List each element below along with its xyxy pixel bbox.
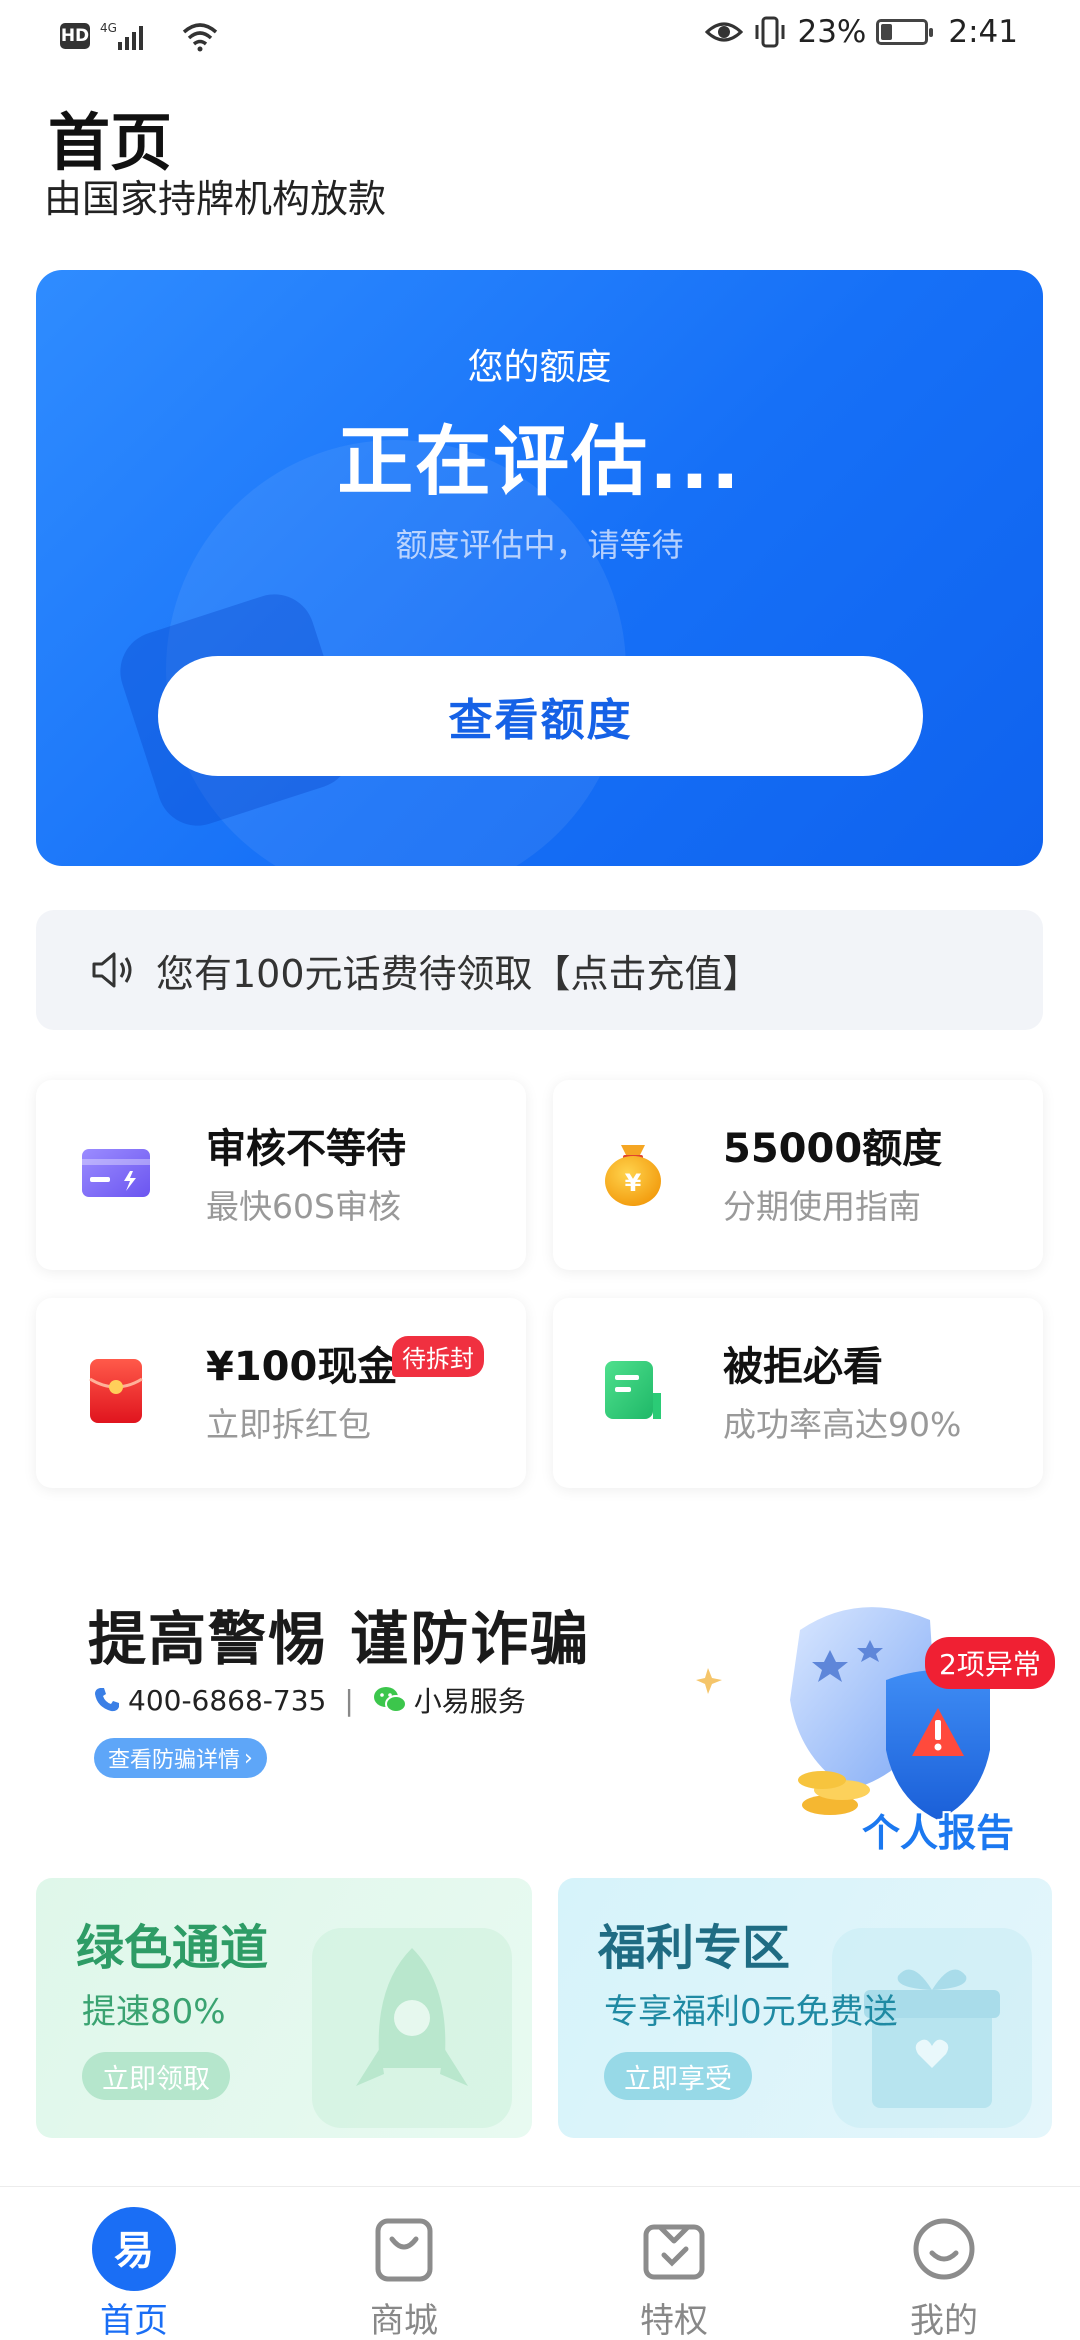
promo-title: 福利专区 [598, 1920, 791, 1976]
chevron-right-icon: › [244, 1745, 253, 1771]
smile-face-icon [913, 2218, 975, 2280]
nav-label: 首页 [100, 2301, 168, 2340]
abnormal-count-badge: 2项异常 [925, 1637, 1055, 1689]
feature-card-review[interactable]: 审核不等待 最快60S审核 [36, 1080, 526, 1270]
service-name[interactable]: 小易服务 [414, 1680, 526, 1720]
nav-label: 商城 [370, 2301, 438, 2340]
shopping-bag-icon [375, 2218, 433, 2282]
nav-item-home[interactable]: 易 首页 [34, 2187, 234, 2340]
svg-text:易: 易 [114, 2228, 154, 2274]
feature-card-rejected[interactable]: 被拒必看 成功率高达90% [553, 1298, 1043, 1488]
nav-item-mine[interactable]: 我的 [844, 2187, 1044, 2340]
page-subtitle: 由国家持牌机构放款 [44, 177, 387, 221]
red-envelope-icon [89, 1359, 143, 1423]
service-phone[interactable]: 400-6868-735 [128, 1684, 326, 1717]
app-root: HD 4G 23% 2:41 首页 由国家持牌机构放款 您的额度 正在评估...… [0, 0, 1080, 2340]
feature-title: 审核不等待 [206, 1126, 406, 1172]
feature-card-limit[interactable]: ¥ 55000额度 分期使用指南 [553, 1080, 1043, 1270]
signal-icon: 4G [100, 21, 143, 50]
battery-fill [881, 24, 892, 40]
nav-item-mall[interactable]: 商城 [304, 2187, 504, 2340]
credit-limit-card: 您的额度 正在评估... 额度评估中，请等待 查看额度 [36, 270, 1043, 866]
bottom-nav: 易 首页 商城 特权 我的 [0, 2186, 1080, 2340]
enjoy-now-button[interactable]: 立即享受 [604, 2052, 752, 2100]
view-fraud-details-button[interactable]: 查看防骗详情 › [94, 1738, 267, 1778]
hd-badge: HD [60, 23, 90, 49]
claim-now-button[interactable]: 立即领取 [82, 2052, 230, 2100]
phone-icon [95, 1688, 119, 1712]
credit-status: 正在评估... [337, 417, 742, 506]
nav-label: 我的 [910, 2301, 978, 2340]
eye-icon [705, 22, 744, 42]
credit-card-icon [82, 1149, 150, 1197]
promo-subtitle: 专享福利0元免费送 [604, 1992, 898, 2032]
wechat-icon [373, 1687, 407, 1713]
view-credit-button[interactable]: 查看额度 [158, 656, 923, 776]
status-bar: HD 4G 23% 2:41 [0, 0, 1080, 72]
document-icon [605, 1361, 661, 1419]
status-right: 23% 2:41 [705, 14, 1018, 50]
privilege-box-icon [643, 2224, 705, 2280]
clock: 2:41 [948, 14, 1018, 50]
promo-subtitle: 提速80% [82, 1992, 226, 2032]
money-bag-icon: ¥ [605, 1145, 661, 1206]
feature-title: 被拒必看 [723, 1344, 883, 1390]
feature-card-cash[interactable]: ¥100现金 待拆封 立即拆红包 [36, 1298, 526, 1488]
network-type: 4G [100, 21, 117, 35]
feature-subtitle: 立即拆红包 [206, 1405, 371, 1444]
unopened-badge: 待拆封 [392, 1336, 484, 1377]
welfare-zone-card[interactable]: 福利专区 专享福利0元免费送 立即享受 [558, 1878, 1052, 2138]
anti-fraud-title: 提高警惕 谨防诈骗 [88, 1605, 591, 1673]
battery-percent: 23% [797, 14, 867, 50]
rocket-icon [312, 1928, 512, 2128]
notice-text: 您有100元话费待领取【点击充值】 [156, 951, 761, 996]
fraud-button-label: 查看防骗详情 [108, 1748, 241, 1773]
battery-icon [876, 19, 934, 45]
feature-subtitle: 最快60S审核 [206, 1187, 401, 1226]
feature-title: ¥100现金 [206, 1344, 398, 1390]
green-channel-card[interactable]: 绿色通道 提速80% 立即领取 [36, 1878, 532, 2138]
home-logo-icon: 易 [92, 2207, 176, 2291]
credit-note: 额度评估中，请等待 [395, 526, 684, 564]
fraud-contact-row: 400-6868-735 | 小易服务 [92, 1680, 526, 1720]
personal-report-link[interactable]: 个人报告 [862, 1802, 1014, 1857]
speaker-icon [92, 952, 132, 988]
promo-title: 绿色通道 [76, 1920, 269, 1976]
nav-label: 特权 [640, 2301, 708, 2340]
contact-divider: | [344, 1683, 354, 1717]
wifi-icon [182, 23, 218, 52]
vibrate-icon [755, 16, 785, 48]
notice-bar[interactable]: 您有100元话费待领取【点击充值】 [36, 910, 1043, 1030]
nav-item-privilege[interactable]: 特权 [574, 2187, 774, 2340]
status-left: HD 4G [60, 20, 220, 52]
credit-label: 您的额度 [467, 347, 612, 388]
feature-subtitle: 成功率高达90% [723, 1405, 962, 1444]
svg-text:¥: ¥ [625, 1169, 642, 1197]
feature-title: 55000额度 [723, 1126, 943, 1172]
feature-subtitle: 分期使用指南 [723, 1187, 921, 1226]
